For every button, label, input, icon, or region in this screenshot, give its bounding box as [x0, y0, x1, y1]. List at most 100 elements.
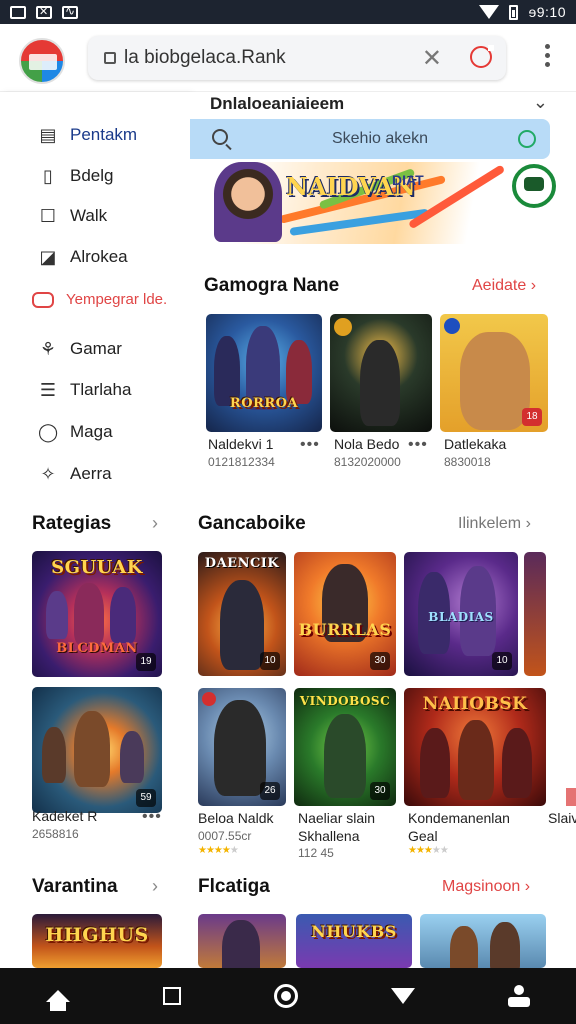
sparkle-icon: ✧	[40, 464, 56, 484]
count-badge: 30	[370, 782, 390, 800]
game-card[interactable]: NHUKBS	[296, 914, 412, 968]
game-thumb-hhghus[interactable]: HHGHUS	[32, 914, 162, 968]
game-subtitle: 2658816	[32, 827, 79, 841]
recents-icon[interactable]	[163, 987, 182, 1005]
count-badge: 26	[260, 782, 280, 800]
home-button-icon[interactable]	[273, 984, 298, 1008]
game-thumb-kadeket[interactable]: 59	[32, 687, 162, 813]
section-title-flcatiga: Flcatiga	[198, 876, 270, 897]
game-title[interactable]: Naeliar slain	[298, 810, 375, 826]
image-icon	[10, 5, 26, 19]
game-card-partial[interactable]	[524, 552, 546, 676]
see-all-link[interactable]: Aeidate ›	[472, 277, 536, 295]
sidebar: ▤ Pentakm ▯ Bdelg ☐ Walk ◪ Alrokea Yempe…	[0, 92, 190, 968]
sidebar-item-walk[interactable]: ☐ Walk	[38, 201, 107, 231]
profile-icon[interactable]	[507, 985, 530, 1007]
count-badge: 19	[136, 653, 156, 671]
more-dots-icon[interactable]: •••	[408, 436, 428, 454]
game-title[interactable]: Kondemanenlan	[408, 810, 510, 826]
more-dots-icon[interactable]: •••	[300, 436, 320, 454]
game-card[interactable]: VINDOBOSC 30	[294, 688, 396, 806]
game-card[interactable]	[420, 914, 546, 968]
game-card[interactable]: 26	[198, 688, 286, 806]
browser-toolbar: la biobgelaca.Rank ✕	[0, 24, 576, 92]
sidebar-item-bdelg[interactable]: ▯ Bdelg	[38, 161, 113, 191]
refresh-icon[interactable]	[518, 130, 536, 148]
game-card[interactable]: DAENCIK 10	[198, 552, 286, 676]
gamepad-icon: ⚘	[39, 339, 57, 359]
search-input[interactable]	[250, 127, 510, 151]
sidebar-item-tlarlaha[interactable]: ☰ Tlarlaha	[38, 375, 132, 405]
game-card[interactable]: BURRLAS 30	[294, 552, 396, 676]
sidebar-item-label: Yempegrar lde.	[66, 291, 168, 308]
sidebar-item-label: Walk	[70, 206, 108, 225]
game-title[interactable]: Slaiv	[548, 810, 576, 826]
game-title[interactable]: Naldekvi 1	[208, 436, 273, 452]
count-badge: 18	[522, 408, 542, 426]
search-icon[interactable]	[212, 129, 228, 145]
card-image-title: NAIIOBSK	[422, 694, 528, 714]
sidebar-item-gamar[interactable]: ⚘ Gamar	[38, 334, 122, 364]
sidebar-item-label: Alrokea	[70, 247, 128, 266]
game-subtitle: 8830018	[444, 455, 491, 469]
see-all-link[interactable]: Ilinkelem ›	[458, 515, 531, 533]
inbox-icon: ▤	[39, 125, 57, 145]
game-title[interactable]: Kadeket R	[32, 808, 97, 824]
reload-icon[interactable]	[470, 45, 494, 68]
menu-more-icon[interactable]	[545, 44, 550, 67]
more-dots-icon[interactable]: •••	[142, 808, 162, 826]
game-card[interactable]: RORROA	[206, 314, 322, 432]
sidebar-item-aerra[interactable]: ✧ Aerra	[38, 459, 111, 489]
game-card[interactable]: BLADIAS 10	[404, 552, 518, 676]
sidebar-item-label: Tlarlaha	[70, 380, 132, 399]
lock-icon	[104, 52, 116, 64]
bottom-navigation	[0, 968, 576, 1024]
tag-icon	[32, 291, 54, 308]
wifi-icon	[479, 5, 500, 19]
close-icon[interactable]: ✕	[422, 44, 442, 73]
chevron-right-icon[interactable]: ›	[152, 513, 158, 534]
chevron-right-icon[interactable]: ›	[152, 876, 158, 897]
sidebar-item-maga[interactable]: ◯ Maga	[38, 417, 113, 447]
address-bar[interactable]: la biobgelaca.Rank ✕	[88, 36, 506, 80]
hero-avatar	[214, 162, 282, 242]
card-image-title: RORROA	[229, 396, 299, 411]
page-title: Dnlaloeaniaieem	[210, 94, 345, 113]
card-image-title: NHUKBS	[311, 922, 397, 941]
game-title[interactable]: Nola Bedo	[334, 436, 399, 452]
sidebar-item-label: Pentakm	[70, 125, 138, 144]
x-notification-icon	[36, 5, 52, 19]
promo-banner[interactable]: NAIDVAN DIAT	[210, 162, 556, 244]
sidebar-item-pentakm[interactable]: ▤ Pentakm	[38, 120, 137, 150]
sidebar-item-label: Maga	[70, 422, 113, 441]
status-bar: ɘ9:10	[0, 0, 576, 24]
count-badge: 30	[370, 652, 390, 670]
game-card[interactable]: NAIIOBSK	[404, 688, 546, 806]
card-image-title: VINDOBOSC	[299, 694, 391, 708]
game-title[interactable]: Beloa Naldk	[198, 810, 274, 826]
game-subtitle: 112 45	[298, 846, 334, 860]
section-title-gamogra: Gamogra Nane	[204, 275, 340, 296]
see-all-link[interactable]: Magsinoon ›	[442, 878, 530, 896]
clock: ɘ9:10	[528, 4, 566, 20]
home-icon[interactable]	[46, 990, 71, 1011]
sidebar-item-label: Gamar	[70, 339, 122, 358]
sidebar-item-alrokea[interactable]: ◪ Alrokea	[38, 242, 128, 272]
game-title-line2: Geal	[408, 828, 438, 844]
game-thumb-sguuak[interactable]: SGUUAK BLCDMAN 19	[32, 551, 162, 677]
app-logo[interactable]	[19, 38, 65, 84]
edit-icon: ◪	[39, 247, 57, 267]
game-title[interactable]: Datlekaka	[444, 436, 506, 452]
back-icon[interactable]	[390, 988, 415, 1004]
book-icon: ▯	[43, 166, 53, 186]
list-icon: ☰	[39, 380, 57, 400]
chevron-down-icon[interactable]: ⌄	[533, 92, 548, 113]
game-card[interactable]	[198, 914, 286, 968]
game-card[interactable]	[330, 314, 432, 432]
game-card[interactable]: 18	[440, 314, 548, 432]
search-bar[interactable]	[190, 119, 550, 159]
chat-icon[interactable]	[512, 164, 556, 208]
url-text[interactable]: la biobgelaca.Rank	[124, 47, 286, 69]
card-image-title: BURRLAS	[298, 620, 392, 639]
sidebar-item-promo[interactable]: Yempegrar lde.	[32, 291, 167, 308]
